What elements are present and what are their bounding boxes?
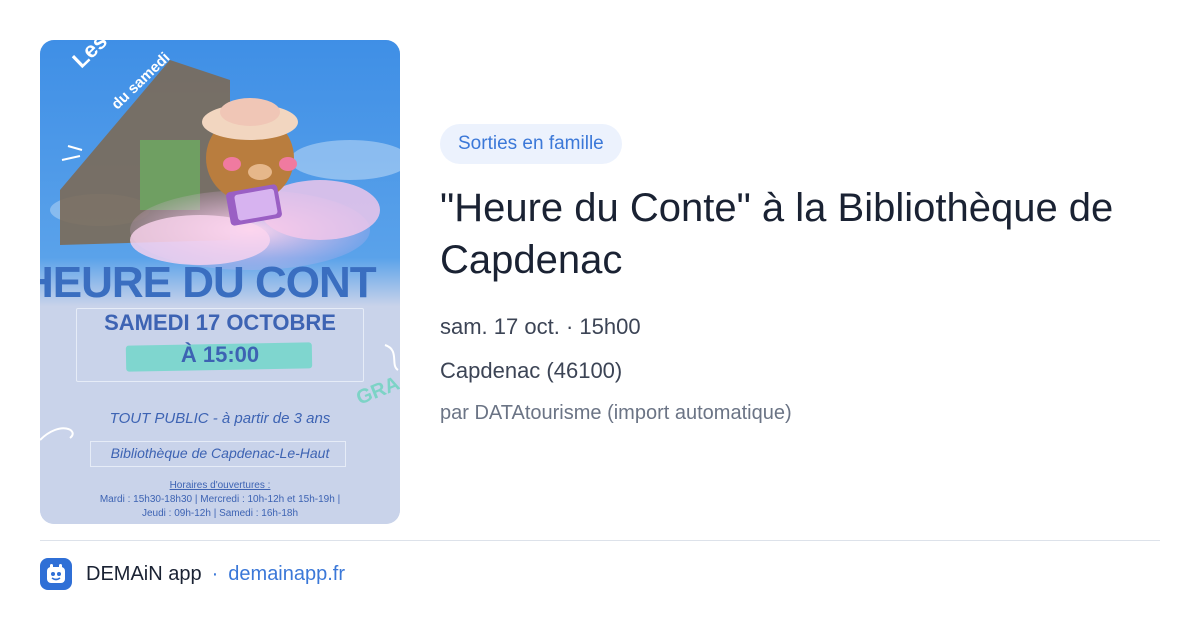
poster-library: Bibliothèque de Capdenac-Le-Haut	[110, 445, 330, 461]
event-datetime: sam. 17 oct. · 15h00	[440, 314, 641, 339]
poster-hours-line: Jeudi : 09h-12h | Samedi : 16h-18h	[141, 508, 299, 519]
demain-app-logo-icon	[40, 558, 72, 590]
poster-hours-line: Mardi : 15h30-18h30 | Mercredi : 10h-12h…	[99, 494, 341, 505]
app-name: DEMAiN app	[86, 562, 202, 585]
poster-time: À 15:00	[180, 342, 260, 367]
event-location: Capdenac (46100)	[440, 358, 623, 383]
footer: DEMAiN app · demainapp.fr	[40, 558, 345, 590]
poster-date: SAMEDI 17 OCTOBRE	[104, 310, 336, 335]
poster-hours-title: Horaires d'ouvertures :	[169, 480, 271, 491]
footer-divider	[40, 540, 1160, 541]
event-source: par DATAtourisme (import automatique)	[440, 402, 792, 424]
poster-headline: HEURE DU CONT	[40, 258, 377, 307]
footer-separator: ·	[211, 562, 219, 585]
event-title[interactable]: "Heure du Conte" à la Bibliothèque de Ca…	[440, 182, 1160, 286]
domain-link[interactable]: demainapp.fr	[228, 563, 345, 586]
event-poster-image: Les histoires du samedi HEURE DU CONT SA…	[40, 40, 400, 524]
poster-audience: TOUT PUBLIC - à partir de 3 ans	[109, 410, 331, 427]
category-tag[interactable]: Sorties en famille	[440, 124, 622, 164]
